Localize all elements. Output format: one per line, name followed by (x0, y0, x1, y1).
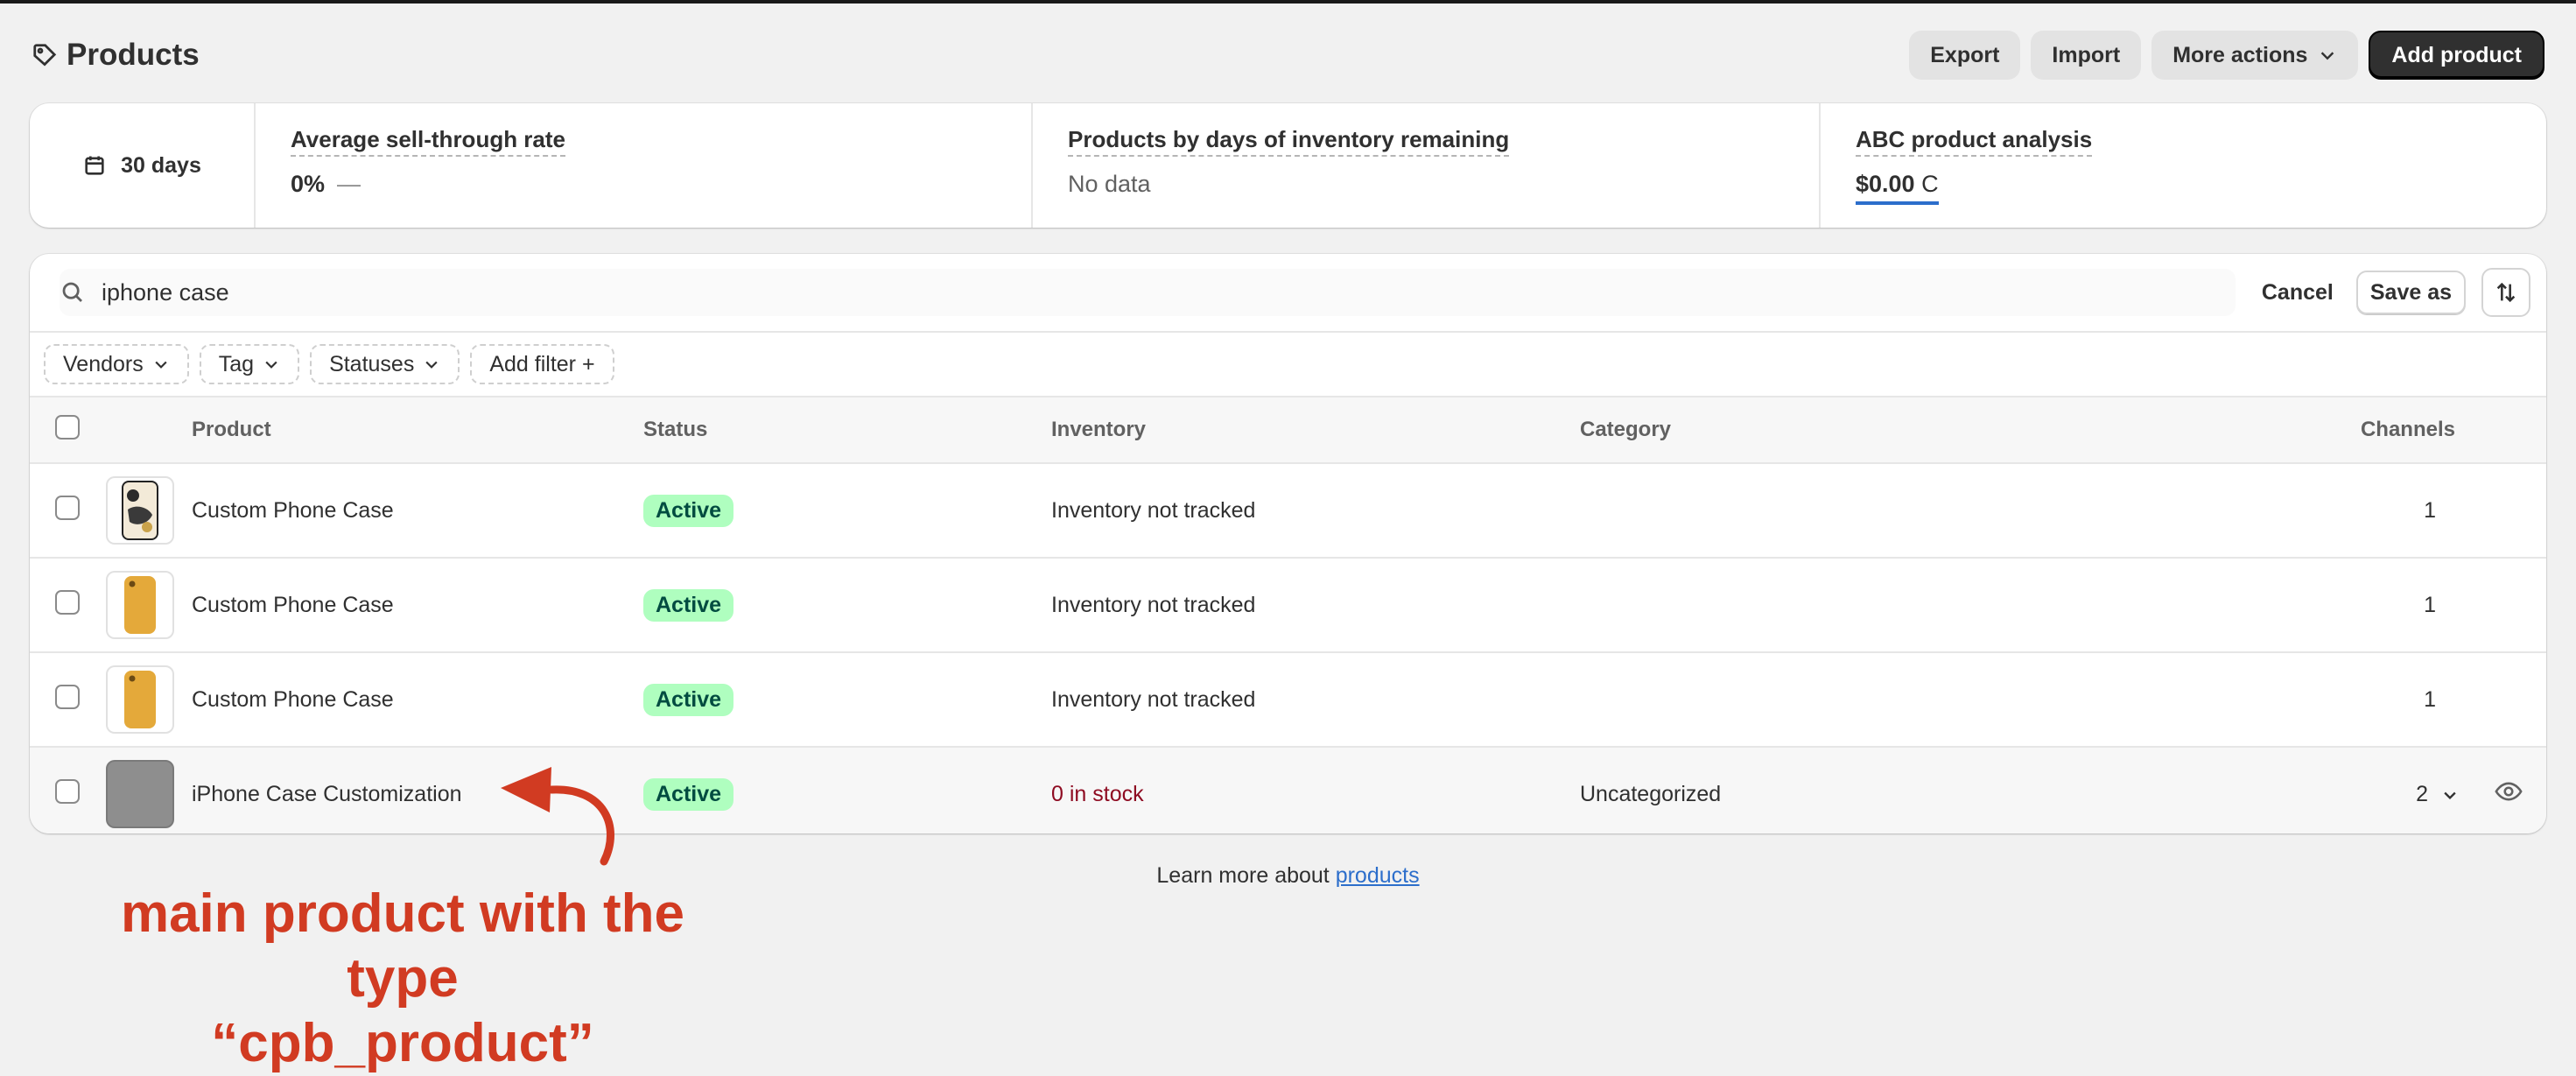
select-all-checkbox[interactable] (55, 414, 80, 440)
column-category[interactable]: Category (1579, 397, 2123, 464)
products-help-link[interactable]: products (1336, 863, 1420, 888)
chevron-down-icon (2444, 791, 2456, 799)
preview-button[interactable] (2471, 747, 2546, 833)
channels-cell: 1 (2123, 463, 2471, 559)
filter-label: Vendors (63, 351, 144, 376)
inventory-cell: Inventory not tracked (1050, 652, 1579, 748)
row-checkbox[interactable] (55, 684, 80, 709)
filter-statuses[interactable]: Statuses (310, 344, 460, 384)
export-button[interactable]: Export (1909, 31, 2021, 80)
status-badge: Active (643, 683, 734, 716)
sort-icon (2496, 282, 2516, 303)
status-badge: Active (643, 494, 734, 527)
column-channels[interactable]: Channels (2123, 397, 2471, 464)
metric-abc-analysis[interactable]: ABC product analysis $0.00 C (1821, 103, 2546, 228)
learn-more-text: Learn more about (1156, 863, 1336, 888)
search-box (60, 269, 2236, 316)
status-badge: Active (643, 777, 734, 811)
import-button[interactable]: Import (2031, 31, 2142, 80)
product-name[interactable]: Custom Phone Case (191, 652, 642, 748)
metric-label: ABC product analysis (1856, 126, 2093, 157)
metric-value: No data (1068, 171, 1151, 197)
metric-label: Products by days of inventory remaining (1068, 126, 1510, 157)
row-checkbox[interactable] (55, 495, 80, 520)
add-filter-button[interactable]: Add filter + (470, 344, 614, 384)
category-cell (1579, 558, 2123, 653)
category-cell (1579, 652, 2123, 748)
product-thumbnail (106, 760, 174, 828)
annotation-line: “cpb_product” (211, 1013, 594, 1073)
products-card: Cancel Save as Vendors Tag Statuses Add … (30, 254, 2546, 833)
more-actions-button[interactable]: More actions (2151, 31, 2359, 80)
column-product[interactable]: Product (191, 397, 642, 464)
cancel-button[interactable]: Cancel (2262, 280, 2334, 306)
page-header: Products Export Import More actions Add … (32, 28, 2544, 82)
column-inventory[interactable]: Inventory (1050, 397, 1579, 464)
analytics-bar: 30 days Average sell-through rate 0% — P… (30, 103, 2546, 228)
sort-button[interactable] (2481, 268, 2530, 317)
product-thumbnail (106, 476, 174, 545)
metric-grade: C (1921, 171, 1939, 197)
channels-cell: 1 (2123, 652, 2471, 748)
chevron-down-icon (2321, 52, 2334, 60)
category-cell (1579, 463, 2123, 559)
product-thumbnail (106, 665, 174, 734)
annotation-line: main product with the type (120, 883, 685, 1009)
more-actions-label: More actions (2172, 42, 2308, 67)
search-icon (62, 282, 82, 302)
metric-trend: — (337, 171, 361, 197)
category-cell: Uncategorized (1579, 747, 2123, 833)
filter-label: Tag (218, 351, 255, 376)
table-row[interactable]: Custom Phone Case Active Inventory not t… (30, 463, 2546, 559)
metric-value: 0% (291, 171, 326, 197)
search-row: Cancel Save as (30, 254, 2546, 333)
add-product-button[interactable]: Add product (2369, 31, 2544, 80)
metric-days-inventory[interactable]: Products by days of inventory remaining … (1033, 103, 1821, 228)
column-status[interactable]: Status (642, 397, 1050, 464)
status-badge: Active (643, 588, 734, 622)
filter-bar: Vendors Tag Statuses Add filter + (30, 333, 2546, 397)
search-input[interactable] (100, 278, 891, 307)
calendar-icon (85, 156, 104, 175)
channels-count: 2 (2416, 781, 2429, 806)
page-title: Products (32, 38, 200, 73)
channels-dropdown[interactable]: 2 (2123, 747, 2471, 833)
filter-label: Statuses (329, 351, 415, 376)
metric-sell-through[interactable]: Average sell-through rate 0% — (256, 103, 1033, 228)
filter-vendors[interactable]: Vendors (44, 344, 189, 384)
metric-value: $0.00 (1856, 171, 1915, 197)
table-header-row: Product Status Inventory Category Channe… (30, 397, 2546, 464)
inventory-cell: Inventory not tracked (1050, 463, 1579, 559)
filter-tag[interactable]: Tag (199, 344, 300, 384)
product-name[interactable]: Custom Phone Case (191, 463, 642, 559)
inventory-cell: 0 in stock (1050, 747, 1579, 833)
table-row[interactable]: Custom Phone Case Active Inventory not t… (30, 652, 2546, 748)
annotation-arrow-icon (501, 767, 614, 866)
product-name[interactable]: Custom Phone Case (191, 558, 642, 653)
table-row[interactable]: iPhone Case Customization Active 0 in st… (30, 747, 2546, 833)
filter-label: Add filter + (489, 351, 595, 376)
products-table: Product Status Inventory Category Channe… (30, 397, 2546, 833)
chevron-down-icon (265, 361, 277, 369)
chevron-down-icon (425, 361, 438, 369)
save-as-button[interactable]: Save as (2355, 271, 2466, 314)
product-thumbnail (106, 571, 174, 639)
row-checkbox[interactable] (55, 589, 80, 615)
row-checkbox[interactable] (55, 778, 80, 804)
channels-cell: 1 (2123, 558, 2471, 653)
date-range-label: 30 days (121, 152, 201, 178)
page-title-text: Products (67, 38, 200, 72)
date-range-picker[interactable]: 30 days (30, 103, 256, 228)
chevron-down-icon (155, 361, 167, 369)
eye-icon (2495, 782, 2523, 800)
inventory-cell: Inventory not tracked (1050, 558, 1579, 653)
table-row[interactable]: Custom Phone Case Active Inventory not t… (30, 558, 2546, 653)
metric-label: Average sell-through rate (291, 126, 566, 157)
annotation-text: main product with the type “cpb_product” (88, 882, 718, 1076)
tag-icon (33, 44, 57, 67)
